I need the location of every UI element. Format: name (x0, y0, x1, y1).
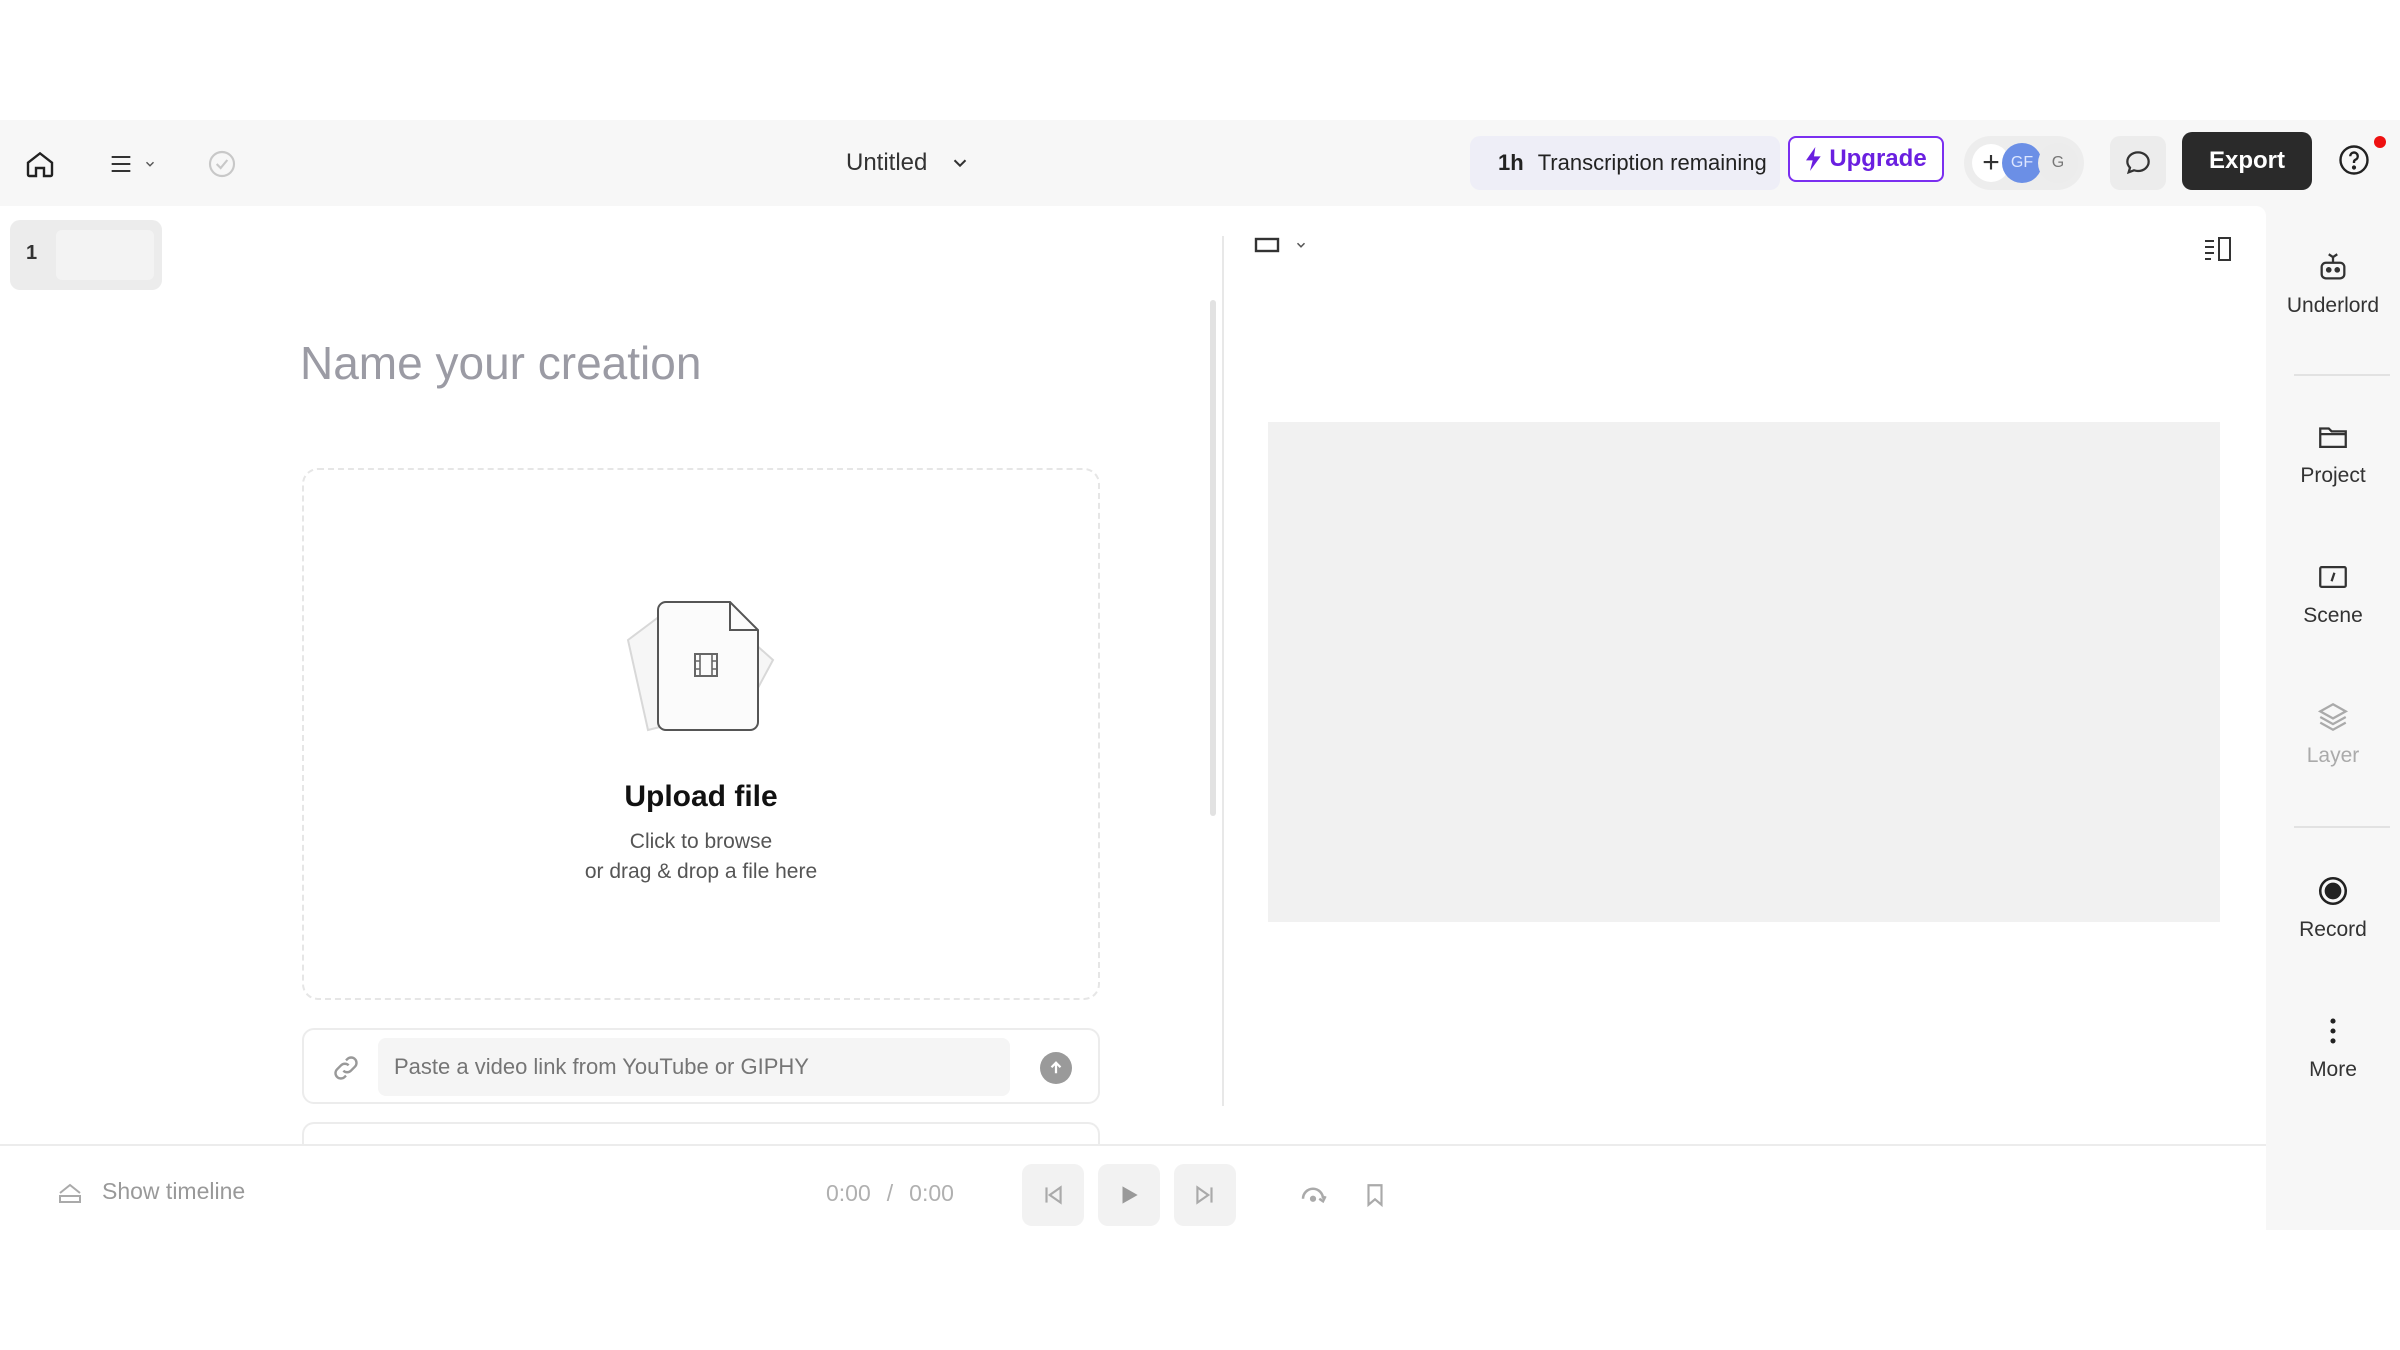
menu-button[interactable] (100, 144, 164, 184)
bookmark-icon (1367, 1184, 1383, 1208)
record-icon (2318, 876, 2348, 906)
upload-hint: Click to browse (629, 830, 773, 853)
file-video-icon (626, 601, 775, 732)
rail-item-label: Project (2300, 464, 2366, 487)
skip-forward-icon (1196, 1185, 1213, 1205)
upload-title: Upload file (624, 780, 778, 813)
chevron-down-icon (954, 159, 967, 168)
loop-button[interactable] (1282, 1164, 1344, 1226)
current-time: 0:00 (826, 1180, 871, 1206)
transcription-hours: 1h (1498, 150, 1524, 175)
transcription-remaining: 1h Transcription remaining (1470, 136, 1780, 190)
loop-icon (1301, 1187, 1327, 1204)
rail-item-project[interactable]: Project (2266, 420, 2400, 488)
chevron-down-icon (146, 161, 154, 167)
upload-hint: or drag & drop a file here (584, 860, 818, 883)
more-vertical-icon (2330, 1018, 2336, 1044)
robot-icon (2320, 253, 2346, 280)
rail-item-label: Scene (2303, 604, 2363, 627)
rail-item-more[interactable]: More (2266, 1014, 2400, 1082)
aspect-ratio-icon (1254, 237, 1280, 253)
rail-divider (2294, 374, 2390, 376)
skip-forward-button[interactable] (1174, 1164, 1236, 1226)
plus-icon: + (1982, 146, 2000, 179)
time-display: 0:00 / 0:00 (826, 1180, 954, 1207)
play-button[interactable] (1098, 1164, 1160, 1226)
rail-item-label: Underlord (2286, 294, 2380, 317)
check-circle-icon (208, 150, 236, 178)
creation-name-input[interactable]: Name your creation (300, 336, 701, 390)
menu-icon (111, 155, 131, 173)
play-icon (1122, 1186, 1138, 1204)
project-title: Untitled (846, 149, 928, 176)
home-icon (26, 151, 54, 178)
panel-divider[interactable] (1222, 236, 1224, 1106)
help-button[interactable] (2336, 136, 2386, 186)
transcription-label: Transcription remaining (1537, 150, 1767, 175)
upgrade-button[interactable]: Upgrade (1788, 136, 1944, 182)
rail-item-scene[interactable]: Scene (2266, 560, 2400, 628)
video-link-input[interactable] (378, 1038, 1010, 1096)
total-time: 0:00 (909, 1180, 954, 1206)
page-tab[interactable]: 1 (10, 220, 162, 290)
show-timeline-label: Show timeline (102, 1178, 246, 1204)
submit-link-button[interactable] (1040, 1052, 1072, 1084)
upgrade-label: Upgrade (1829, 145, 1927, 172)
toggle-script-panel-button[interactable] (2202, 234, 2234, 269)
scene-icon (2319, 565, 2347, 589)
video-link-row (302, 1028, 1100, 1104)
rail-divider (2294, 826, 2390, 828)
save-status-button[interactable] (204, 146, 240, 182)
rail-item-label: Layer (2306, 744, 2360, 767)
playback-bar: Show timeline 0:00 / 0:00 (0, 1144, 2266, 1240)
avatar[interactable]: GF (2002, 143, 2042, 183)
chevron-down-icon (1296, 242, 1306, 248)
page-number: 1 (26, 242, 38, 264)
lightning-icon (1806, 147, 1821, 171)
folder-icon (2319, 427, 2347, 449)
help-icon (2339, 145, 2369, 175)
aspect-ratio-dropdown[interactable] (1254, 236, 1308, 254)
app-window: Untitled 1h Transcription remaining Upgr… (0, 120, 2400, 1240)
avatar[interactable]: G (2038, 143, 2078, 183)
export-label: Export (2208, 147, 2285, 174)
upload-dropzone[interactable]: Upload file Click to browse or drag & dr… (302, 468, 1100, 1000)
top-bar: Untitled 1h Transcription remaining Upgr… (0, 120, 2400, 206)
skip-back-button[interactable] (1022, 1164, 1084, 1226)
comments-button[interactable] (2110, 136, 2166, 190)
export-button[interactable]: Export (2182, 132, 2312, 190)
skip-back-icon (1045, 1185, 1062, 1205)
show-timeline-button[interactable]: Show timeline (56, 1178, 245, 1205)
rail-item-label: More (2309, 1058, 2357, 1081)
page-thumbnail (56, 230, 154, 280)
right-rail: Underlord Project Scene Layer Record Mor… (2266, 206, 2400, 1230)
timeline-icon (59, 1183, 81, 1203)
rail-item-underlord[interactable]: Underlord (2266, 250, 2400, 318)
notification-dot (2374, 136, 2386, 148)
editor-panel: 1 Name your creation Upload file Click t… (0, 206, 2266, 1230)
rail-item-record[interactable]: Record (2266, 874, 2400, 942)
time-separator: / (886, 1180, 894, 1206)
collaborators: + GF G (1964, 136, 2084, 190)
scrollbar[interactable] (1210, 300, 1216, 816)
preview-canvas[interactable] (1268, 422, 2220, 922)
panel-layout-icon (2205, 237, 2231, 261)
home-button[interactable] (20, 144, 60, 184)
rail-item-label: Record (2299, 918, 2367, 941)
layers-icon (2317, 702, 2349, 732)
link-icon (334, 1056, 358, 1080)
rail-item-layer[interactable]: Layer (2266, 700, 2400, 768)
comment-icon (2126, 151, 2150, 175)
bookmark-button[interactable] (1344, 1164, 1406, 1226)
arrow-up-icon (1050, 1061, 1062, 1074)
project-title-dropdown[interactable]: Untitled (846, 142, 971, 184)
